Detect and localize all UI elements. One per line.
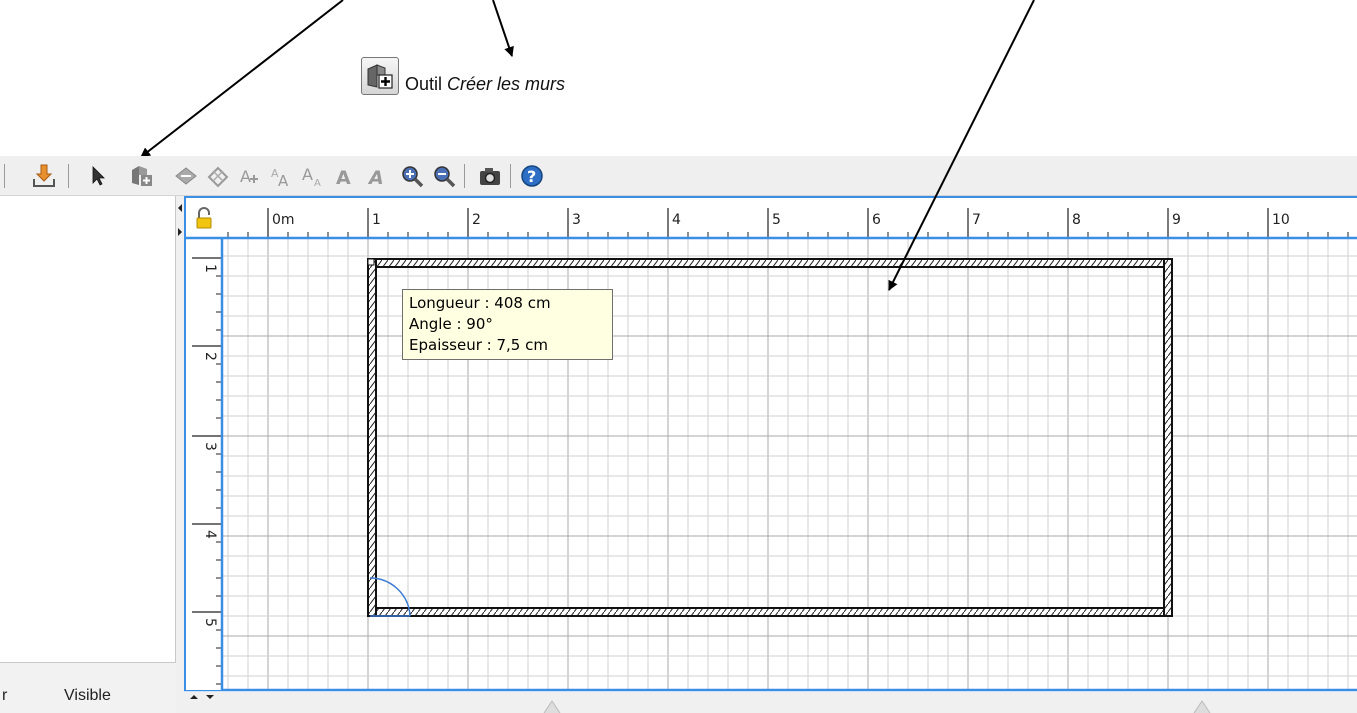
annotation-arrow-plan [888,0,1035,291]
tooltip-length: Longueur : 408 cm [409,294,551,312]
tooltip-angle: Angle : 90° [409,315,493,333]
wall-tooltip: Longueur : 408 cm Angle : 90° Epaisseur … [402,289,613,360]
tooltip-thickness: Epaisseur : 7,5 cm [409,336,548,354]
